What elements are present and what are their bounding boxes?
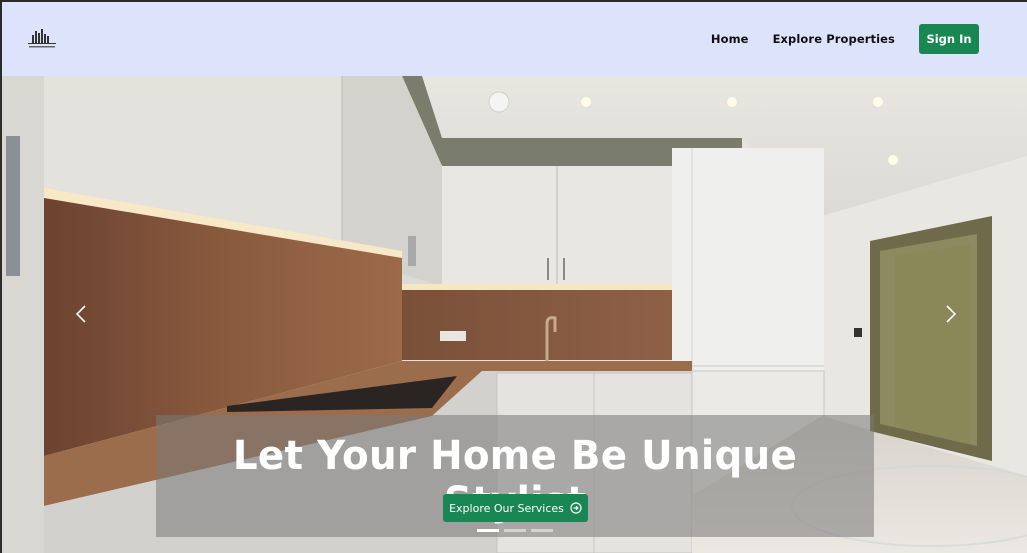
carousel-indicators (477, 529, 553, 532)
nav-links: Home Explore Properties Sign In (711, 2, 1027, 76)
carousel-indicator-1[interactable] (477, 529, 499, 532)
chevron-left-icon (75, 305, 86, 323)
page: Home Explore Properties Sign In Let Your… (0, 0, 1027, 553)
nav-link-home[interactable]: Home (711, 32, 749, 46)
brand-logo[interactable] (26, 27, 58, 51)
explore-services-label: Explore Our Services (449, 501, 564, 515)
carousel-indicator-2[interactable] (504, 529, 526, 532)
carousel-next-button[interactable] (938, 298, 962, 330)
carousel-caption: Let Your Home Be Unique Stylist Explore … (156, 415, 874, 537)
carousel-prev-button[interactable] (70, 298, 94, 330)
sign-in-button[interactable]: Sign In (919, 24, 979, 54)
explore-services-button[interactable]: Explore Our Services (443, 494, 588, 522)
building-skyline-icon (28, 29, 56, 48)
navbar: Home Explore Properties Sign In (2, 2, 1027, 76)
carousel-indicator-3[interactable] (531, 529, 553, 532)
hero-carousel: Let Your Home Be Unique Stylist Explore … (2, 76, 1027, 553)
chevron-right-icon (946, 305, 957, 323)
arrow-right-circle-icon (570, 502, 582, 514)
nav-link-explore-properties[interactable]: Explore Properties (773, 32, 895, 46)
